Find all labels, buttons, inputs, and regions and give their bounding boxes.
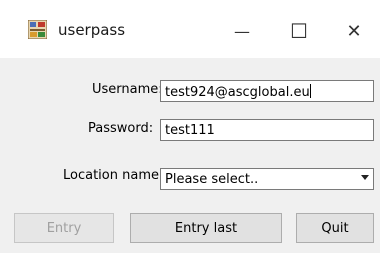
username-value: test924@ascglobal.eu [165, 85, 310, 100]
username-label: Username: [92, 82, 163, 97]
location-select[interactable]: Please select.. [160, 168, 374, 190]
maximize-icon: ☐ [290, 19, 308, 43]
password-label: Password: [88, 121, 154, 136]
entry-button[interactable]: Entry [14, 213, 114, 243]
maximize-button[interactable]: ☐ [279, 14, 319, 48]
username-field[interactable]: test924@ascglobal.eu [160, 80, 374, 102]
minimize-button[interactable]: — [222, 14, 262, 48]
close-button[interactable]: ✕ [334, 14, 374, 48]
text-cursor [309, 84, 311, 98]
password-value: test111 [165, 123, 215, 138]
title-bar[interactable]: userpass — ☐ ✕ [0, 0, 380, 58]
quit-button[interactable]: Quit [296, 213, 374, 243]
entry-last-button[interactable]: Entry last [130, 213, 282, 243]
password-field[interactable]: test111 [160, 119, 374, 141]
chevron-down-icon [361, 175, 369, 180]
minimize-icon: — [234, 21, 250, 41]
location-label: Location name [63, 168, 159, 183]
window-title: userpass [58, 21, 126, 39]
app-icon [28, 20, 47, 39]
close-icon: ✕ [346, 20, 362, 42]
location-selected-value: Please select.. [165, 172, 259, 187]
